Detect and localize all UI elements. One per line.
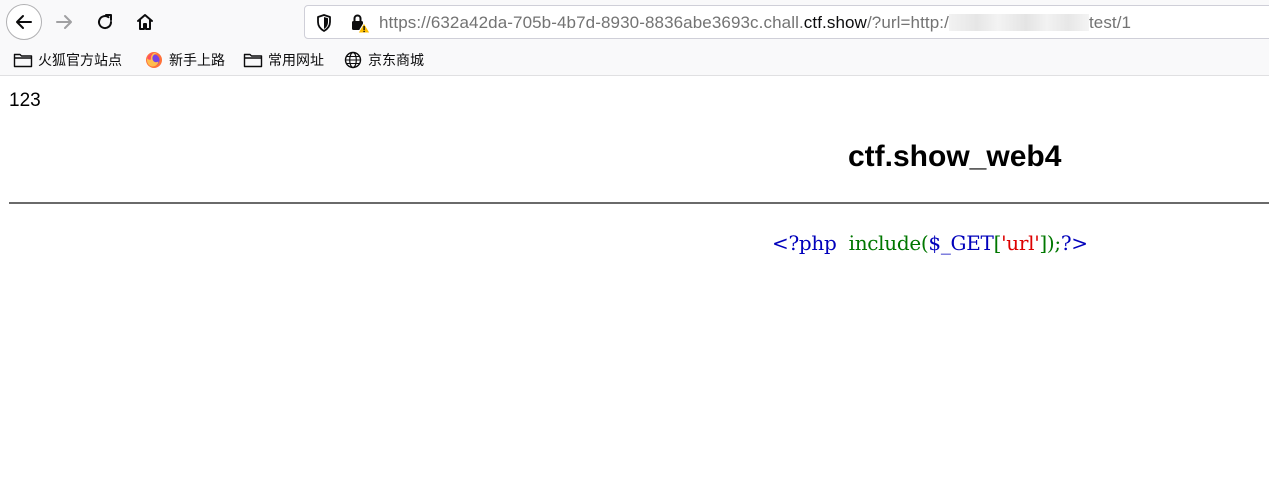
php-variable: $_GET bbox=[928, 231, 994, 255]
folder-icon bbox=[243, 51, 263, 69]
php-function: include bbox=[848, 231, 922, 255]
bookmark-label: 京东商城 bbox=[368, 52, 424, 68]
bookmark-label: 新手上路 bbox=[169, 52, 225, 68]
php-open-tag: <?php bbox=[772, 231, 837, 255]
globe-icon bbox=[343, 51, 363, 69]
address-bar[interactable]: https://632a42da-705b-4b7d-8930-8836abe3… bbox=[304, 5, 1269, 39]
bookmark-common-sites[interactable]: 常用网址 bbox=[243, 50, 324, 70]
arrow-right-icon bbox=[56, 15, 72, 29]
firefox-icon bbox=[144, 51, 164, 69]
php-close-tag: ?> bbox=[1060, 231, 1088, 255]
home-button[interactable] bbox=[128, 5, 162, 39]
url-path-prefix: /?url=http:/ bbox=[866, 13, 949, 32]
shield-icon[interactable] bbox=[315, 13, 333, 38]
back-button[interactable] bbox=[6, 4, 42, 40]
page-content: 123 ctf.show_web4 <?php include($_GET['u… bbox=[0, 76, 1269, 490]
arrow-left-icon bbox=[16, 15, 32, 29]
page-title: ctf.show_web4 bbox=[848, 140, 1062, 173]
url-host: ctf.show bbox=[803, 13, 867, 32]
horizontal-rule bbox=[9, 202, 1269, 204]
browser-toolbar: https://632a42da-705b-4b7d-8930-8836abe3… bbox=[0, 0, 1269, 44]
url-path-suffix: test/1 bbox=[1088, 13, 1132, 32]
url-prefix: https://632a42da-705b-4b7d-8930-8836abe3… bbox=[379, 13, 804, 32]
url-text[interactable]: https://632a42da-705b-4b7d-8930-8836abe3… bbox=[379, 13, 1131, 33]
folder-icon bbox=[13, 51, 33, 69]
bookmark-getting-started[interactable]: 新手上路 bbox=[144, 50, 225, 70]
bookmark-label: 火狐官方站点 bbox=[38, 52, 122, 68]
reload-icon bbox=[98, 14, 113, 30]
php-string-key: 'url' bbox=[1001, 231, 1040, 255]
php-rbracket: ]); bbox=[1039, 231, 1061, 255]
bookmark-jd-mall[interactable]: 京东商城 bbox=[343, 50, 424, 70]
home-icon bbox=[137, 14, 153, 30]
insecure-lock-icon[interactable] bbox=[349, 12, 371, 39]
forward-button[interactable] bbox=[47, 5, 81, 39]
bookmark-label: 常用网址 bbox=[268, 52, 324, 68]
bookmarks-toolbar: 火狐官方站点 新手上路 常用网址 京东商城 bbox=[0, 44, 1269, 76]
php-lbracket: [ bbox=[993, 231, 1002, 255]
bookmark-firefox-official[interactable]: 火狐官方站点 bbox=[13, 50, 122, 70]
php-source-code: <?php include($_GET['url']);?> bbox=[772, 231, 1088, 255]
page-text: 123 bbox=[9, 90, 41, 111]
reload-button[interactable] bbox=[88, 5, 122, 39]
redacted-region bbox=[948, 14, 1089, 31]
